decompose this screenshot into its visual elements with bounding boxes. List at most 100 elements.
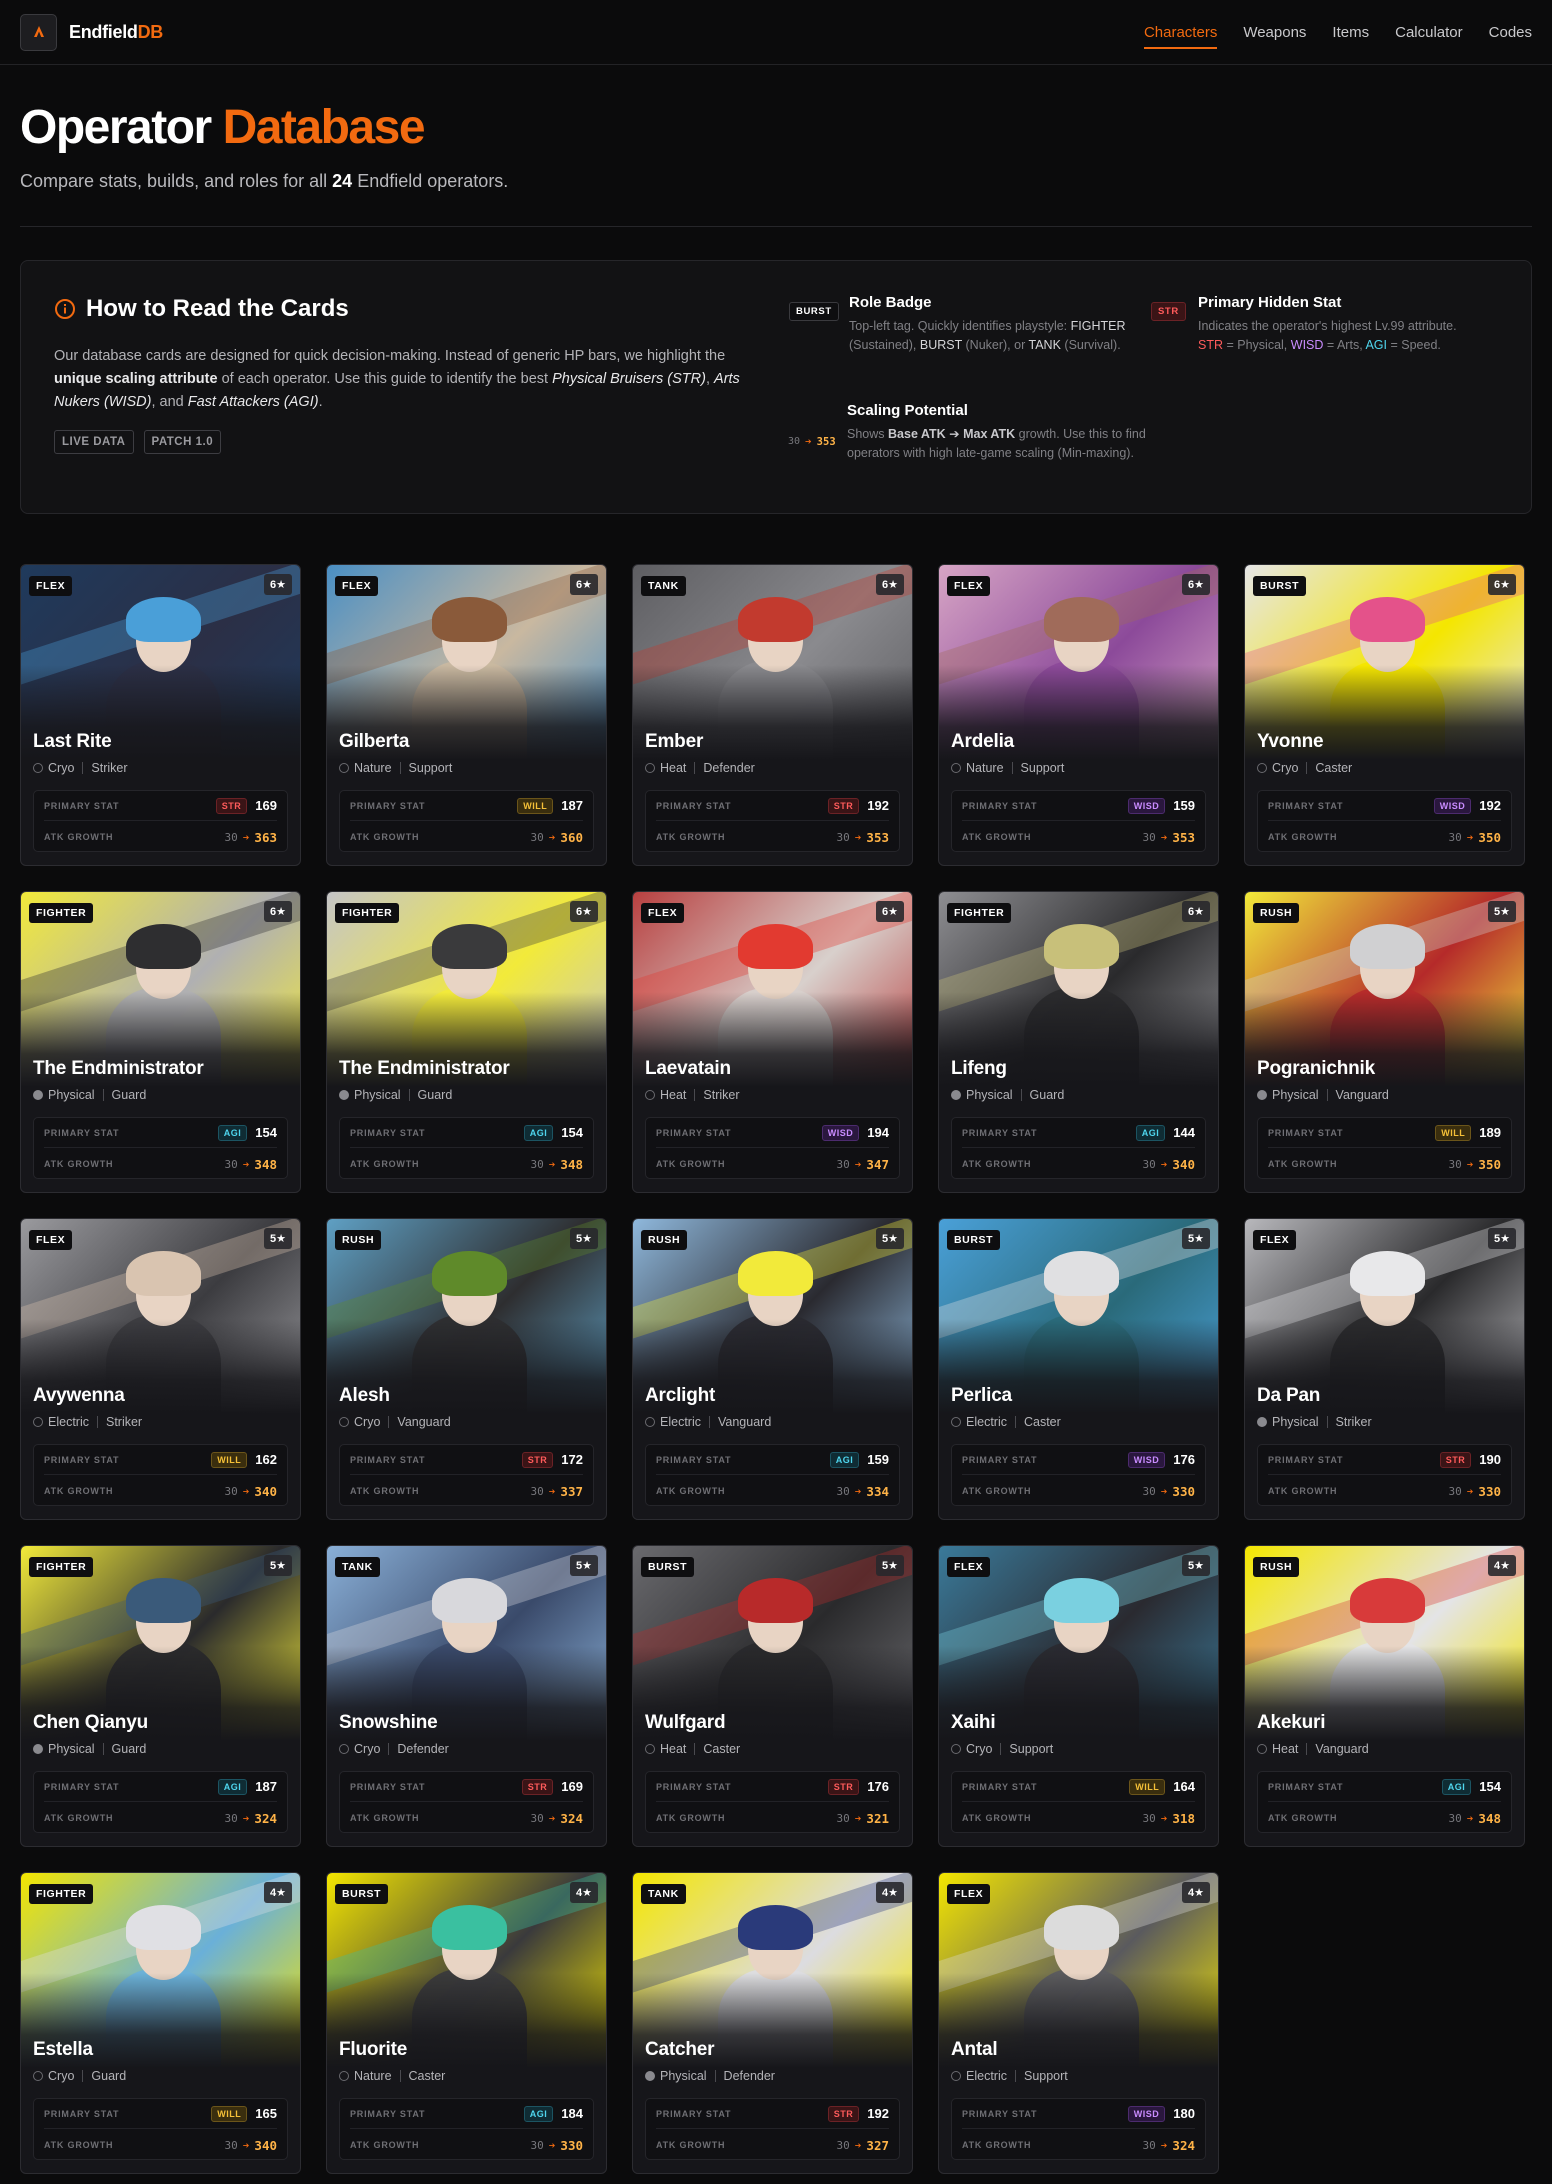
- role-badge: BURST: [1253, 576, 1307, 596]
- atk-growth-label: ATK GROWTH: [350, 832, 420, 842]
- role-badge: FLEX: [29, 576, 73, 596]
- operator-meta: Physical Striker: [1257, 1415, 1372, 1429]
- stat-number: 187: [255, 1779, 277, 1794]
- operator-card[interactable]: TANK 5★ Snowshine Cryo Defender PRIMARY …: [326, 1545, 607, 1847]
- stat-number: 159: [1173, 798, 1195, 813]
- operator-card[interactable]: FLEX 5★ Avywenna Electric Striker PRIMAR…: [20, 1218, 301, 1520]
- arrow-right-icon: ➔: [548, 1811, 556, 1825]
- operator-card[interactable]: FIGHTER 6★ The Endministrator Physical G…: [326, 891, 607, 1193]
- rarity-badge: 5★: [876, 1228, 904, 1249]
- stat-badge: WILL: [517, 797, 554, 814]
- primary-stat-value: WISD 194: [821, 1124, 889, 1141]
- primary-stat-row: PRIMARY STAT WISD 159: [962, 791, 1195, 821]
- operator-card[interactable]: FLEX 6★ Last Rite Cryo Striker PRIMARY S…: [20, 564, 301, 866]
- operator-element: Cryo: [354, 1415, 381, 1429]
- operator-card[interactable]: TANK 4★ Catcher Physical Defender PRIMAR…: [632, 1872, 913, 2174]
- stats-panel: PRIMARY STAT WISD 192 ATK GROWTH 30 ➔ 35…: [1257, 790, 1512, 852]
- operator-element: Electric: [966, 2069, 1007, 2083]
- atk-max: 340: [254, 1483, 277, 1499]
- operator-class: Vanguard: [1335, 1088, 1389, 1102]
- legend-stat-e3: = Speed.: [1390, 338, 1441, 353]
- element-icon: [951, 763, 961, 773]
- atk-base: 30: [224, 1157, 238, 1171]
- nav-link-items[interactable]: Items: [1332, 24, 1369, 49]
- operator-name: The Endministrator: [339, 1058, 510, 1079]
- operator-card[interactable]: RUSH 4★ Akekuri Heat Vanguard PRIMARY ST…: [1244, 1545, 1525, 1847]
- primary-stat-value: AGI 144: [1135, 1124, 1195, 1141]
- rarity-badge: 4★: [1488, 1555, 1516, 1576]
- stat-number: 194: [867, 1125, 889, 1140]
- operator-class: Guard: [417, 1088, 453, 1102]
- rarity-badge: 6★: [876, 574, 904, 595]
- operator-card[interactable]: RUSH 5★ Pogranichnik Physical Vanguard P…: [1244, 891, 1525, 1193]
- operator-card[interactable]: RUSH 5★ Arclight Electric Vanguard PRIMA…: [632, 1218, 913, 1520]
- atk-growth-label: ATK GROWTH: [656, 1159, 726, 1169]
- atk-max: 337: [560, 1483, 583, 1499]
- meta-separator: [399, 2070, 401, 2082]
- operator-card[interactable]: TANK 6★ Ember Heat Defender PRIMARY STAT…: [632, 564, 913, 866]
- operator-card[interactable]: FLEX 6★ Laevatain Heat Striker PRIMARY S…: [632, 891, 913, 1193]
- operator-card[interactable]: FLEX 6★ Ardelia Nature Support PRIMARY S…: [938, 564, 1219, 866]
- primary-stat-label: PRIMARY STAT: [962, 800, 1038, 811]
- operator-card[interactable]: FLEX 6★ Gilberta Nature Support PRIMARY …: [326, 564, 607, 866]
- operator-card[interactable]: BURST 5★ Wulfgard Heat Caster PRIMARY ST…: [632, 1545, 913, 1847]
- operator-card[interactable]: BURST 5★ Perlica Electric Caster PRIMARY…: [938, 1218, 1219, 1520]
- nav-link-codes[interactable]: Codes: [1489, 24, 1532, 49]
- operator-card[interactable]: BURST 4★ Fluorite Nature Caster PRIMARY …: [326, 1872, 607, 2174]
- operator-class: Defender: [703, 761, 755, 775]
- element-icon: [33, 763, 43, 773]
- stat-badge: WILL: [211, 1451, 248, 1468]
- atk-growth-value: 30 ➔ 353: [837, 830, 889, 845]
- brand[interactable]: EndfieldDB: [20, 13, 163, 51]
- element-icon: [951, 1417, 961, 1427]
- nav-link-characters[interactable]: Characters: [1143, 24, 1218, 49]
- legend-scaling-d1: Shows: [847, 427, 885, 442]
- operator-meta: Cryo Support: [951, 1742, 1053, 1756]
- atk-growth-value: 30 ➔ 348: [1449, 1811, 1501, 1826]
- meta-separator: [694, 1089, 696, 1101]
- arrow-right-icon: ➔: [1160, 1484, 1168, 1498]
- operator-class: Vanguard: [397, 1415, 451, 1429]
- rarity-badge: 6★: [1488, 574, 1516, 595]
- operator-card[interactable]: FLEX 5★ Xaihi Cryo Support PRIMARY STAT …: [938, 1545, 1219, 1847]
- meta-separator: [1326, 1416, 1328, 1428]
- role-badge: FLEX: [335, 576, 379, 596]
- operator-meta: Cryo Guard: [33, 2069, 126, 2083]
- atk-growth-label: ATK GROWTH: [1268, 1813, 1338, 1823]
- rarity-badge: 5★: [1488, 901, 1516, 922]
- legend-stat-agi: AGI: [1365, 338, 1388, 353]
- operator-card[interactable]: FLEX 4★ Antal Electric Support PRIMARY S…: [938, 1872, 1219, 2174]
- atk-growth-label: ATK GROWTH: [44, 1159, 114, 1169]
- stats-panel: PRIMARY STAT WISD 159 ATK GROWTH 30 ➔ 35…: [951, 790, 1206, 852]
- role-badge: BURST: [947, 1230, 1001, 1250]
- primary-stat-value: STR 192: [827, 2105, 889, 2122]
- atk-max: 327: [866, 2137, 889, 2153]
- operator-card[interactable]: FIGHTER 6★ The Endministrator Physical G…: [20, 891, 301, 1193]
- guide-text-3: of each operator. Use this guide to iden…: [221, 371, 549, 388]
- atk-growth-row: ATK GROWTH 30 ➔ 348: [350, 1149, 583, 1179]
- operator-meta: Physical Defender: [645, 2069, 775, 2083]
- legend-role-d5: (Nuker), or: [965, 338, 1026, 353]
- legend-role-title: Role Badge: [849, 294, 932, 312]
- primary-stat-row: PRIMARY STAT AGI 187: [44, 1772, 277, 1802]
- operator-card[interactable]: FIGHTER 6★ Lifeng Physical Guard PRIMARY…: [938, 891, 1219, 1193]
- operator-grid: FLEX 6★ Last Rite Cryo Striker PRIMARY S…: [20, 564, 1525, 2174]
- atk-base: 30: [836, 1811, 850, 1825]
- legend-role-d2: FIGHTER: [1070, 319, 1126, 334]
- nav-link-weapons[interactable]: Weapons: [1243, 24, 1306, 49]
- atk-max: 324: [1172, 2137, 1195, 2153]
- meta-separator: [102, 1089, 104, 1101]
- arrow-right-icon: ➔: [548, 830, 556, 844]
- atk-base: 30: [1448, 1157, 1462, 1171]
- operator-card[interactable]: RUSH 5★ Alesh Cryo Vanguard PRIMARY STAT…: [326, 1218, 607, 1520]
- atk-growth-value: 30 ➔ 360: [531, 830, 583, 845]
- operator-card[interactable]: FLEX 5★ Da Pan Physical Striker PRIMARY …: [1244, 1218, 1525, 1520]
- stat-badge: AGI: [523, 2105, 554, 2122]
- operator-card[interactable]: FIGHTER 4★ Estella Cryo Guard PRIMARY ST…: [20, 1872, 301, 2174]
- guide-text-9: .: [318, 394, 323, 411]
- nav-link-calculator[interactable]: Calculator: [1395, 24, 1463, 49]
- operator-class: Guard: [111, 1088, 147, 1102]
- operator-card[interactable]: FIGHTER 5★ Chen Qianyu Physical Guard PR…: [20, 1545, 301, 1847]
- guide-title: How to Read the Cards: [54, 295, 754, 323]
- operator-card[interactable]: BURST 6★ Yvonne Cryo Caster PRIMARY STAT…: [1244, 564, 1525, 866]
